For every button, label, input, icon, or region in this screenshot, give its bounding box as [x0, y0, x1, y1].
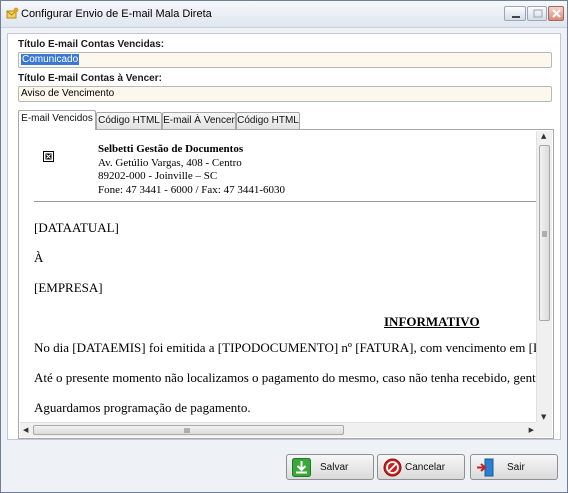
overdue-title-value: Comunicado	[21, 54, 80, 65]
window-title: Configurar Envio de E-mail Mala Direta	[21, 8, 212, 20]
cancel-label: Cancelar	[405, 462, 446, 473]
vertical-scroll-thumb[interactable]	[539, 145, 550, 321]
tab-email-a-vencer[interactable]: E-mail À Vencer	[162, 112, 236, 129]
scroll-right-icon[interactable]: ▶	[529, 426, 534, 434]
tab-html-a-vencer[interactable]: Código HTML	[236, 112, 300, 129]
upcoming-title-value: Aviso de Vencimento	[21, 88, 115, 99]
company-name: Selbetti Gestão de Documentos	[98, 143, 244, 155]
company-placeholder: [EMPRESA]	[34, 280, 103, 295]
paragraph-closing: Aguardamos programação de pagamento.	[34, 400, 251, 415]
vertical-scrollbar[interactable]: ▲ ▼	[536, 131, 552, 422]
mail-app-icon	[6, 7, 19, 20]
company-phone: Fone: 47 3441 - 6000 / Fax: 47 3441-6030	[98, 183, 285, 196]
exit-door-icon	[476, 458, 495, 477]
scroll-down-icon[interactable]: ▼	[541, 413, 546, 421]
overdue-title-input[interactable]: Comunicado	[18, 52, 552, 68]
date-placeholder: [DATAATUAL]	[34, 220, 119, 235]
scroll-left-icon[interactable]: ◀	[23, 426, 28, 434]
scroll-up-icon[interactable]: ▲	[541, 132, 546, 140]
document-heading: INFORMATIVO	[384, 314, 480, 329]
minimize-button[interactable]	[504, 6, 526, 21]
dialog-window: Configurar Envio de E-mail Mala Direta T…	[0, 0, 568, 493]
upcoming-title-label: Título E-mail Contas à Vencer:	[18, 73, 162, 84]
horizontal-scrollbar[interactable]: ◀ ▶	[20, 422, 537, 437]
email-preview-panel: Selbetti Gestão de Documentos Av. Getúli…	[18, 129, 554, 439]
maximize-button[interactable]	[527, 6, 547, 21]
broken-image-icon	[43, 151, 54, 162]
horizontal-scroll-thumb[interactable]	[33, 425, 344, 435]
upcoming-title-input[interactable]: Aviso de Vencimento	[18, 86, 552, 102]
email-preview-document[interactable]: Selbetti Gestão de Documentos Av. Getúli…	[20, 131, 537, 422]
paragraph-payment: Até o presente momento não localizamos o…	[34, 370, 537, 385]
recipient-prefix: À	[34, 250, 44, 265]
company-header: Selbetti Gestão de Documentos Av. Getúli…	[98, 143, 285, 197]
tab-email-vencidos[interactable]: E-mail Vencidos	[18, 110, 96, 130]
exit-label: Sair	[507, 462, 525, 473]
header-divider	[34, 201, 537, 202]
tab-html-vencidos[interactable]: Código HTML	[96, 112, 162, 129]
save-label: Salvar	[320, 462, 349, 473]
company-address: Av. Getúlio Vargas, 408 - Centro	[98, 156, 242, 169]
close-button[interactable]	[548, 6, 564, 21]
overdue-title-label: Título E-mail Contas Vencidas:	[18, 39, 165, 50]
scroll-corner	[536, 422, 552, 437]
paragraph-issue: No dia [DATAEMIS] foi emitida a [TIPODOC…	[34, 340, 537, 355]
cancel-button[interactable]: Cancelar	[377, 454, 465, 480]
exit-button[interactable]: Sair	[470, 454, 558, 480]
save-button[interactable]: Salvar	[286, 454, 374, 480]
title-bar[interactable]: Configurar Envio de E-mail Mala Direta	[1, 1, 567, 28]
save-download-icon	[292, 458, 311, 477]
dialog-content: Título E-mail Contas Vencidas: Comunicad…	[7, 33, 561, 440]
cancel-icon	[383, 458, 402, 477]
company-city: 89202-000 - Joinville – SC	[98, 170, 218, 182]
